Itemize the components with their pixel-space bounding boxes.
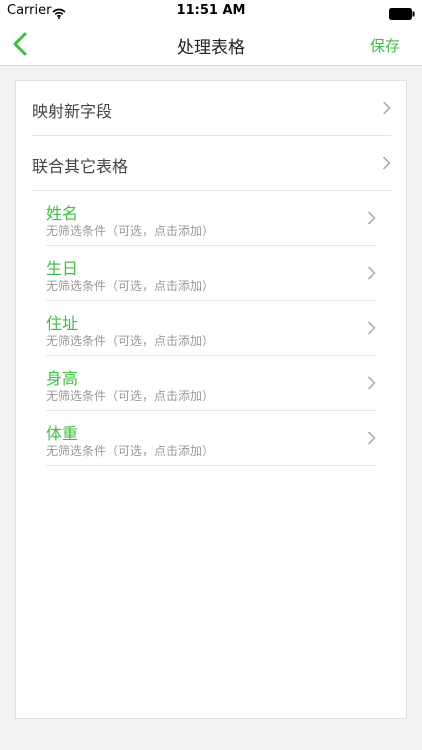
field-row-address[interactable]: 住址 无筛选条件（可选，点击添加） (46, 301, 376, 356)
chevron-right-icon (367, 266, 376, 280)
field-row-name[interactable]: 姓名 无筛选条件（可选，点击添加） (46, 191, 376, 246)
field-name: 生日 (46, 259, 79, 278)
join-other-table-label: 联合其它表格 (32, 157, 129, 176)
field-row-birthday[interactable]: 生日 无筛选条件（可选，点击添加） (46, 246, 376, 301)
save-button[interactable]: 保存 (370, 35, 400, 56)
chevron-right-icon (367, 211, 376, 225)
field-filter-hint: 无筛选条件（可选，点击添加） (46, 389, 215, 403)
navigation-bar: 处理表格 保存 (0, 22, 422, 66)
join-other-table-row[interactable]: 联合其它表格 (32, 136, 391, 191)
page-title: 处理表格 (177, 38, 245, 58)
field-name: 身高 (46, 369, 79, 388)
chevron-right-icon (382, 101, 391, 115)
field-name: 体重 (46, 424, 79, 443)
map-new-field-row[interactable]: 映射新字段 (32, 81, 391, 136)
field-name: 住址 (46, 314, 79, 333)
field-filter-hint: 无筛选条件（可选，点击添加） (46, 279, 215, 293)
clock: 11:51 AM (176, 3, 246, 18)
field-filter-hint: 无筛选条件（可选，点击添加） (46, 444, 215, 458)
field-name: 姓名 (46, 204, 79, 223)
chevron-right-icon (367, 376, 376, 390)
field-row-weight[interactable]: 体重 无筛选条件（可选，点击添加） (46, 411, 376, 466)
content-card: 映射新字段 联合其它表格 姓名 无筛选条件（可选，点击添加） 生日 无筛选条件（… (15, 80, 407, 719)
map-new-field-label: 映射新字段 (32, 102, 113, 121)
chevron-right-icon (367, 431, 376, 445)
status-bar: Carrier 11:51 AM (0, 0, 422, 22)
field-row-height[interactable]: 身高 无筛选条件（可选，点击添加） (46, 356, 376, 411)
field-filter-hint: 无筛选条件（可选，点击添加） (46, 334, 215, 348)
chevron-right-icon (382, 156, 391, 170)
field-filter-hint: 无筛选条件（可选，点击添加） (46, 224, 215, 238)
chevron-right-icon (367, 321, 376, 335)
